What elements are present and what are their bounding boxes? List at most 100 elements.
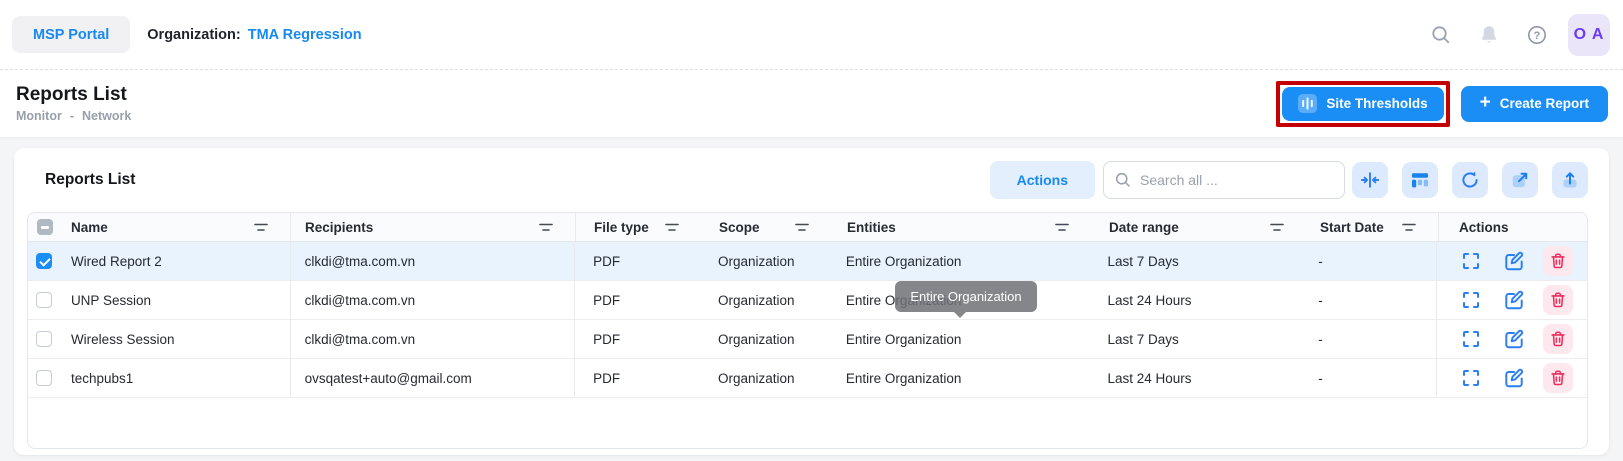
cell-scope: Organization xyxy=(700,320,830,358)
annotation-highlight-box: Site Thresholds xyxy=(1276,81,1449,127)
cell-name: Wireless Session xyxy=(61,320,291,358)
cell-name: UNP Session xyxy=(61,281,291,319)
column-header-daterange: Date range xyxy=(1091,213,1306,241)
cell-daterange: Last 24 Hours xyxy=(1089,281,1304,319)
cell-entities: Entire Organization xyxy=(830,281,1090,319)
columns-view-button[interactable] xyxy=(1402,162,1438,198)
breadcrumb-item-network[interactable]: Network xyxy=(82,109,131,123)
search-input-icon xyxy=(1114,171,1132,192)
breadcrumb-item-monitor[interactable]: Monitor xyxy=(16,109,62,123)
plus-icon: + xyxy=(1480,93,1491,112)
delete-row-icon[interactable] xyxy=(1543,246,1573,276)
expand-row-icon[interactable] xyxy=(1457,286,1485,314)
search-box xyxy=(1103,161,1345,199)
column-header-recipients: Recipients xyxy=(291,213,576,241)
select-all-checkbox[interactable] xyxy=(37,219,53,235)
cell-recipients: clkdi@tma.com.vn xyxy=(291,281,576,319)
page-header: Reports List Monitor - Network Site Thre… xyxy=(0,70,1623,137)
delete-row-icon[interactable] xyxy=(1543,285,1573,315)
breadcrumb-separator: - xyxy=(70,109,74,123)
expand-row-icon[interactable] xyxy=(1457,247,1485,275)
edit-row-icon[interactable] xyxy=(1500,325,1528,353)
edit-row-icon[interactable] xyxy=(1500,364,1528,392)
edit-row-icon[interactable] xyxy=(1500,247,1528,275)
select-all-checkbox-cell xyxy=(28,213,61,241)
page-title: Reports List xyxy=(16,84,131,106)
organization: Organization: TMA Regression xyxy=(147,27,361,43)
external-link-button[interactable] xyxy=(1502,162,1538,198)
msp-portal-badge[interactable]: MSP Portal xyxy=(12,16,130,53)
cell-startdate: - xyxy=(1304,320,1436,358)
row-checkbox[interactable] xyxy=(36,292,52,308)
row-checkbox[interactable] xyxy=(36,253,52,269)
cell-filetype: PDF xyxy=(575,281,700,319)
avatar[interactable]: O A xyxy=(1568,14,1610,56)
cell-filetype: PDF xyxy=(575,320,700,358)
cell-startdate: - xyxy=(1304,359,1436,397)
table-header-row: Name Recipients File type Scope Entities xyxy=(28,213,1587,242)
reports-list-card: Reports List Actions xyxy=(14,148,1609,455)
row-checkbox[interactable] xyxy=(36,370,52,386)
filter-icon-startdate[interactable] xyxy=(1402,223,1416,232)
cell-recipients: clkdi@tma.com.vn xyxy=(291,242,576,280)
site-thresholds-label: Site Thresholds xyxy=(1326,96,1427,111)
filter-icon-name[interactable] xyxy=(254,223,268,232)
thresholds-sliders-icon xyxy=(1298,94,1317,113)
search-all-input[interactable] xyxy=(1103,161,1345,199)
edit-row-icon[interactable] xyxy=(1500,286,1528,314)
table-row[interactable]: Wireless Session clkdi@tma.com.vn PDF Or… xyxy=(28,320,1587,359)
cell-scope: Organization xyxy=(700,281,830,319)
column-header-entities: Entities xyxy=(831,213,1091,241)
upload-button[interactable] xyxy=(1552,162,1588,198)
filter-icon-filetype[interactable] xyxy=(665,223,679,232)
organization-link[interactable]: TMA Regression xyxy=(248,27,362,43)
organization-label: Organization: xyxy=(147,27,240,43)
delete-row-icon[interactable] xyxy=(1543,363,1573,393)
filter-icon-entities[interactable] xyxy=(1055,223,1069,232)
breadcrumb: Monitor - Network xyxy=(16,109,131,123)
table-row[interactable]: UNP Session clkdi@tma.com.vn PDF Organiz… xyxy=(28,281,1587,320)
card-title: Reports List xyxy=(45,171,135,189)
filter-icon-daterange[interactable] xyxy=(1270,223,1284,232)
cell-name: Wired Report 2 xyxy=(61,242,291,280)
delete-row-icon[interactable] xyxy=(1543,324,1573,354)
filter-icon-recipients[interactable] xyxy=(539,223,553,232)
cell-scope: Organization xyxy=(700,242,830,280)
bell-icon[interactable] xyxy=(1478,24,1500,46)
cell-daterange: Last 7 Days xyxy=(1089,320,1304,358)
reports-table: Name Recipients File type Scope Entities xyxy=(27,212,1588,449)
cell-recipients: clkdi@tma.com.vn xyxy=(291,320,576,358)
cell-startdate: - xyxy=(1304,281,1436,319)
cell-entities: Entire Organization xyxy=(830,320,1090,358)
cell-name: techpubs1 xyxy=(61,359,291,397)
cell-recipients: ovsqatest+auto@gmail.com xyxy=(291,359,576,397)
table-row[interactable]: techpubs1 ovsqatest+auto@gmail.com PDF O… xyxy=(28,359,1587,398)
cell-startdate: - xyxy=(1304,242,1436,280)
cell-daterange: Last 7 Days xyxy=(1089,242,1304,280)
expand-row-icon[interactable] xyxy=(1457,364,1485,392)
help-icon[interactable]: ? xyxy=(1526,24,1548,46)
site-thresholds-button[interactable]: Site Thresholds xyxy=(1282,87,1443,121)
filter-icon-scope[interactable] xyxy=(795,223,809,232)
cell-filetype: PDF xyxy=(575,359,700,397)
search-icon[interactable] xyxy=(1430,24,1452,46)
actions-button[interactable]: Actions xyxy=(990,161,1095,199)
cell-daterange: Last 24 Hours xyxy=(1089,359,1304,397)
cell-filetype: PDF xyxy=(575,242,700,280)
column-header-name: Name xyxy=(61,213,291,241)
create-report-button[interactable]: + Create Report xyxy=(1461,86,1608,122)
refresh-button[interactable] xyxy=(1452,162,1488,198)
expand-row-icon[interactable] xyxy=(1457,325,1485,353)
row-checkbox[interactable] xyxy=(36,331,52,347)
table-row[interactable]: Wired Report 2 clkdi@tma.com.vn PDF Orga… xyxy=(28,242,1587,281)
column-header-actions: Actions xyxy=(1438,213,1587,241)
cell-entities: Entire Organization xyxy=(830,359,1090,397)
collapse-columns-button[interactable] xyxy=(1352,162,1388,198)
topbar: MSP Portal Organization: TMA Regression … xyxy=(0,0,1623,70)
svg-text:?: ? xyxy=(1534,30,1541,42)
cell-scope: Organization xyxy=(700,359,830,397)
cell-entities: Entire Organization xyxy=(830,242,1090,280)
column-header-scope: Scope xyxy=(701,213,831,241)
create-report-label: Create Report xyxy=(1500,96,1589,111)
column-header-filetype: File type xyxy=(576,213,701,241)
